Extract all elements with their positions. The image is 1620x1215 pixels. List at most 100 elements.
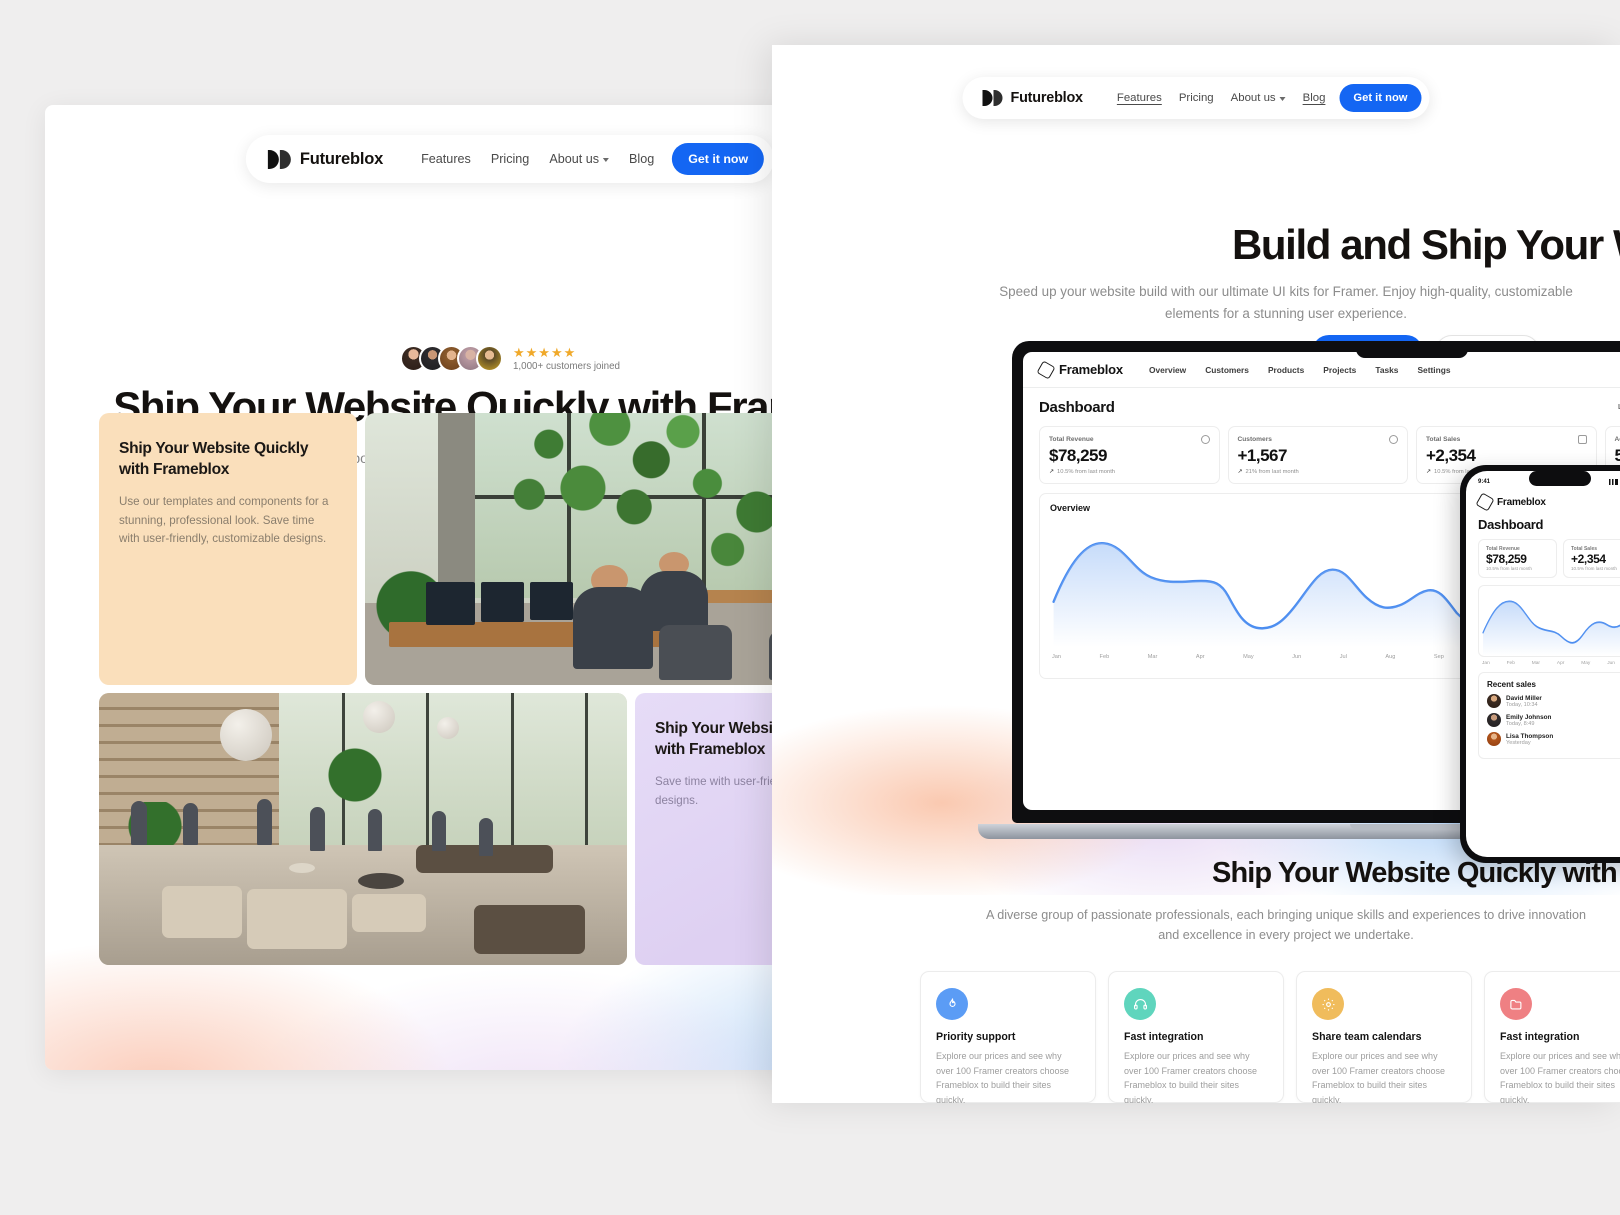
- stat-label: Total Sales: [1426, 436, 1461, 443]
- phone-mockup: 9:41 ▲ Frameblox Dashboard: [1460, 465, 1620, 863]
- phone-body: Dashboard Total Revenue $78,259 10.5% fr…: [1466, 517, 1620, 759]
- feature-card-priority-support[interactable]: Priority support Explore our prices and …: [920, 971, 1096, 1103]
- stat-card-total-revenue: Total Revenue $78,259 ↗ 10.5% from last m…: [1039, 426, 1220, 484]
- phone-stat-cards: Total Revenue $78,259 10.5% from last mo…: [1478, 539, 1620, 578]
- dash-nav-settings[interactable]: Settings: [1417, 365, 1450, 375]
- sale-name: David Miller: [1506, 694, 1542, 702]
- phone-stat-sales: Total Sales +2,354 10.5% from last month: [1563, 539, 1620, 578]
- trend-up-icon: ↗: [1237, 469, 1243, 475]
- stat-value: +2,354: [1571, 552, 1606, 566]
- chevron-down-icon: [603, 158, 610, 162]
- right-navbar: Futureblox Features Pricing About us Blo…: [962, 77, 1430, 119]
- nav-link-features[interactable]: Features: [1117, 92, 1162, 104]
- nav-link-features[interactable]: Features: [421, 152, 471, 166]
- x-tick: Feb: [1506, 661, 1515, 666]
- trend-up-icon: ↗: [1049, 469, 1055, 475]
- hexagon-logo-icon: [1036, 359, 1056, 380]
- stat-delta: 10.5% from last month: [1486, 566, 1532, 571]
- screenshot-stage: Futureblox Features Pricing About us Blo…: [0, 0, 1620, 1215]
- signal-icon: [1609, 479, 1619, 485]
- feature-title: Fast integration: [1124, 1031, 1204, 1043]
- stat-delta: 10.5% from last month: [1571, 566, 1617, 571]
- nav-link-about-us-label: About us: [1230, 92, 1276, 104]
- dash-nav-tasks[interactable]: Tasks: [1375, 365, 1398, 375]
- left-navbar: Futureblox Features Pricing About us Blo…: [245, 135, 775, 183]
- x-tick: May: [1581, 661, 1591, 666]
- hexagon-logo-icon: [1475, 492, 1495, 512]
- sale-time: Yesterday: [1506, 739, 1531, 746]
- stat-value: 57: [1614, 446, 1620, 465]
- laptop-notch: [1356, 341, 1468, 358]
- sale-time: Today, 8:49: [1506, 720, 1535, 727]
- stat-label: Customers: [1237, 436, 1272, 443]
- feature-body: Explore our prices and see why over 100 …: [1124, 1051, 1258, 1103]
- trend-up-icon: ↗: [1426, 469, 1432, 475]
- left-brand-name: Futureblox: [299, 149, 384, 168]
- phone-overview-chart: [1478, 585, 1620, 657]
- right-preview-panel: Futureblox Features Pricing About us Blo…: [772, 45, 1620, 1103]
- feature-title: Priority support: [936, 1031, 1016, 1043]
- right-get-it-now-button[interactable]: Get it now: [1339, 84, 1422, 112]
- x-tick: Feb: [1099, 654, 1110, 660]
- avatar: [1487, 694, 1501, 708]
- x-tick: Jun: [1292, 654, 1302, 660]
- nav-link-about-us[interactable]: About us: [549, 152, 610, 166]
- right-headline: Build and Ship Your Website Faster: [1232, 221, 1620, 268]
- sale-name: Lisa Thompson: [1506, 732, 1554, 740]
- avatar: [1487, 732, 1501, 746]
- feature-card-fast-integration-2[interactable]: Fast integration Explore our prices and …: [1484, 971, 1620, 1103]
- dash-nav-projects[interactable]: Projects: [1323, 365, 1356, 375]
- right-brand-name: Futureblox: [1010, 90, 1084, 106]
- feature-title: Fast integration: [1500, 1031, 1580, 1043]
- stat-delta: 10.5% from last month: [1057, 468, 1116, 475]
- feature-card-share-team-calendars[interactable]: Share team calendars Explore our prices …: [1296, 971, 1472, 1103]
- dashboard-topbar: Frameblox Overview Customers Products Pr…: [1023, 352, 1620, 388]
- dash-nav-overview[interactable]: Overview: [1149, 365, 1186, 375]
- nav-link-pricing[interactable]: Pricing: [491, 152, 530, 166]
- team-subheading: A diverse group of passionate profession…: [986, 908, 1586, 943]
- chevron-down-icon: [1279, 97, 1286, 101]
- nav-link-about-us-label: About us: [549, 152, 600, 166]
- nav-link-about-us[interactable]: About us: [1231, 92, 1286, 104]
- x-tick: Jul: [1339, 654, 1347, 660]
- feature-title: Share team calendars: [1312, 1031, 1422, 1043]
- dashboard-brand-name: Frameblox: [1059, 362, 1123, 377]
- dash-nav-customers[interactable]: Customers: [1205, 365, 1249, 375]
- recent-sales-title: Recent sales: [1487, 680, 1536, 689]
- lounge-library-photo: [99, 693, 627, 965]
- x-tick: Jun: [1607, 661, 1615, 666]
- feature-body: Explore our prices and see why over 100 …: [936, 1051, 1070, 1103]
- phone-screen: 9:41 ▲ Frameblox Dashboard: [1466, 471, 1620, 857]
- feature-cards-row: Priority support Explore our prices and …: [920, 971, 1620, 1103]
- phone-recent-sales: Recent sales David MillerToday, 10:34 $5…: [1478, 672, 1620, 759]
- dashboard-brand[interactable]: Frameblox: [1036, 359, 1123, 380]
- sale-time: Today, 10:34: [1506, 701, 1538, 708]
- nav-link-blog[interactable]: Blog: [1303, 92, 1326, 104]
- users-icon: [1389, 435, 1398, 444]
- left-get-it-now-button[interactable]: Get it now: [672, 143, 765, 175]
- dash-nav-products[interactable]: Products: [1268, 365, 1304, 375]
- right-brand[interactable]: Futureblox: [982, 90, 1084, 106]
- x-tick: Apr: [1195, 654, 1205, 660]
- sale-name: Emily Johnson: [1506, 713, 1552, 721]
- nav-link-blog[interactable]: Blog: [629, 152, 654, 166]
- headset-icon: [1124, 988, 1156, 1020]
- beige-card-title: Ship Your Website Quickly with Frameblox: [119, 440, 309, 478]
- nav-link-pricing[interactable]: Pricing: [1179, 92, 1214, 104]
- right-nav-links: Features Pricing About us Blog: [1117, 92, 1326, 104]
- x-tick: Jan: [1482, 661, 1490, 666]
- dynamic-island: [1529, 471, 1591, 486]
- dollar-icon: [1200, 435, 1210, 444]
- left-brand[interactable]: Futureblox: [267, 149, 384, 169]
- stat-value: $78,259: [1486, 552, 1527, 566]
- dashboard-title: Dashboard: [1039, 399, 1115, 416]
- feature-body: Explore our prices and see why over 100 …: [1500, 1051, 1620, 1103]
- recent-sale-row: Lisa ThompsonYesterday $39: [1487, 732, 1620, 746]
- dashboard-nav: Overview Customers Products Projects Tas…: [1149, 365, 1451, 375]
- futureblox-logo-icon: [982, 90, 1003, 106]
- feature-card-fast-integration[interactable]: Fast integration Explore our prices and …: [1108, 971, 1284, 1103]
- stat-card-customers: Customers +1,567 ↗ 21% from last month: [1227, 426, 1408, 484]
- recent-sale-row: Emily JohnsonToday, 8:49 $99: [1487, 713, 1620, 727]
- phone-dashboard-title: Dashboard: [1478, 517, 1544, 532]
- beige-feature-card[interactable]: Ship Your Website Quickly with Frameblox…: [99, 413, 357, 685]
